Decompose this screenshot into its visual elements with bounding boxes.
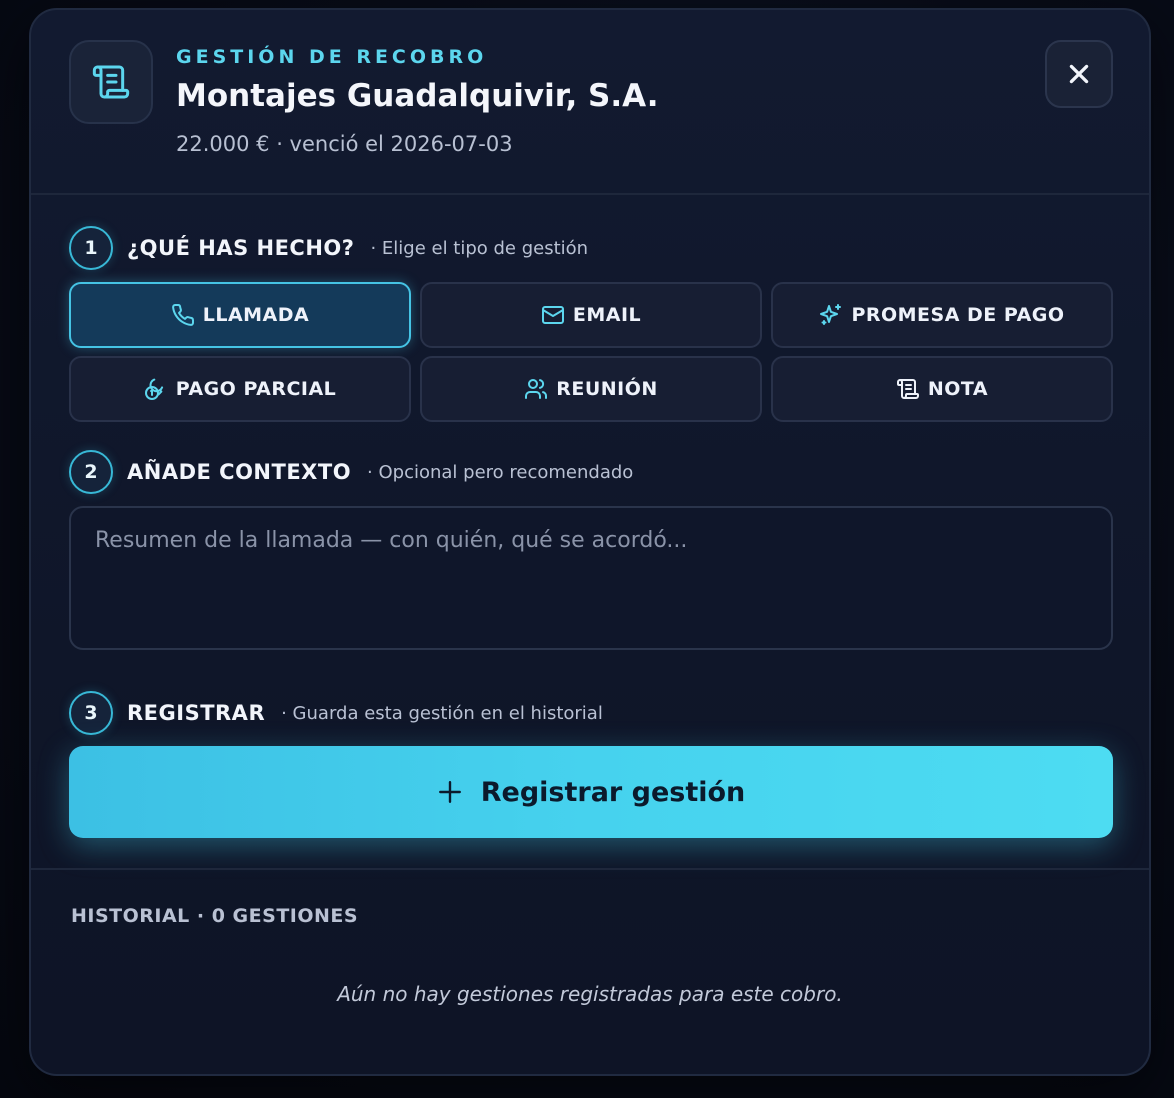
- scroll-icon: [69, 40, 153, 124]
- close-button[interactable]: [1045, 40, 1113, 108]
- step-2-heading: 2 AÑADE CONTEXTO · Opcional pero recomen…: [69, 450, 633, 494]
- action-label: PAGO PARCIAL: [175, 378, 337, 400]
- step-hint: · Elige el tipo de gestión: [370, 237, 589, 259]
- modal-header: GESTIÓN DE RECOBRO Montajes Guadalquivir…: [31, 10, 1149, 195]
- context-textarea[interactable]: [69, 506, 1113, 650]
- step-hint: · Guarda esta gestión en el historial: [281, 702, 603, 724]
- action-label: PROMESA DE PAGO: [851, 304, 1065, 326]
- step-title: REGISTRAR: [127, 701, 266, 725]
- history-title: HISTORIAL · 0 GESTIONES: [71, 905, 359, 927]
- action-button-promesa-de-pago[interactable]: PROMESA DE PAGO: [771, 282, 1113, 348]
- step-number: 3: [69, 691, 113, 735]
- debtor-name: Montajes Guadalquivir, S.A.: [176, 78, 659, 114]
- step-3-heading: 3 REGISTRAR · Guarda esta gestión en el …: [69, 691, 603, 735]
- section-divider: [31, 868, 1149, 870]
- plus-icon: [438, 781, 461, 803]
- step-number: 1: [69, 226, 113, 270]
- scroll-icon: [896, 379, 919, 399]
- register-button[interactable]: Registrar gestión: [69, 746, 1113, 838]
- history-empty-state: Aún no hay gestiones registradas para es…: [337, 982, 843, 1006]
- action-label: NOTA: [927, 378, 989, 400]
- register-label: Registrar gestión: [480, 776, 746, 808]
- step-hint: · Opcional pero recomendado: [367, 461, 634, 483]
- action-button-llamada[interactable]: LLAMADA: [69, 282, 411, 348]
- step-title: ¿QUÉ HAS HECHO?: [127, 236, 355, 260]
- action-button-email[interactable]: EMAIL: [420, 282, 762, 348]
- coins-icon: [144, 378, 163, 400]
- close-icon: [1069, 64, 1089, 84]
- users-icon: [525, 379, 548, 399]
- phone-icon: [171, 303, 194, 326]
- action-type-grid: LLAMADA EMAIL PROMESA DE PAGO PAGO PARCI…: [69, 282, 1113, 422]
- mail-icon: [541, 306, 564, 324]
- action-button-nota[interactable]: NOTA: [771, 356, 1113, 422]
- action-label: EMAIL: [572, 304, 642, 326]
- action-label: LLAMADA: [202, 304, 310, 326]
- collection-modal: GESTIÓN DE RECOBRO Montajes Guadalquivir…: [29, 8, 1151, 1076]
- sparkles-icon: [820, 304, 842, 325]
- step-1-heading: 1 ¿QUÉ HAS HECHO? · Elige el tipo de ges…: [69, 226, 588, 270]
- debt-summary: 22.000 € · venció el 2026-07-03: [176, 132, 513, 156]
- step-number: 2: [69, 450, 113, 494]
- action-label: REUNIÓN: [556, 378, 658, 400]
- modal-eyebrow: GESTIÓN DE RECOBRO: [176, 46, 488, 68]
- action-button-pago-parcial[interactable]: PAGO PARCIAL: [69, 356, 411, 422]
- step-title: AÑADE CONTEXTO: [127, 460, 352, 484]
- action-button-reunion[interactable]: REUNIÓN: [420, 356, 762, 422]
